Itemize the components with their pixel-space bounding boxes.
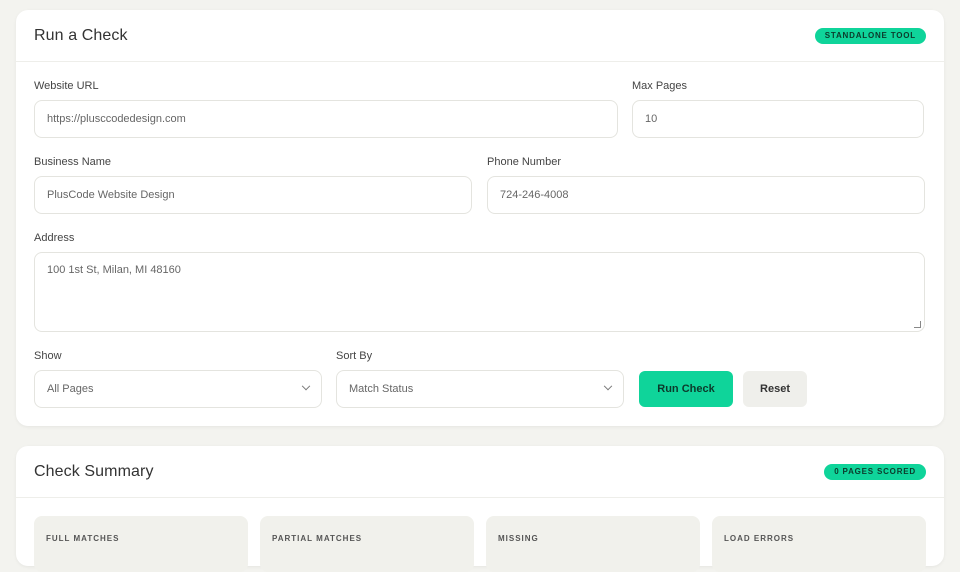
show-label: Show: [34, 350, 62, 362]
check-summary-header: Check Summary 0 PAGES SCORED: [16, 446, 944, 498]
website-url-label: Website URL: [34, 80, 99, 92]
run-check-card: Run a Check STANDALONE TOOL Website URL …: [16, 10, 944, 426]
show-select[interactable]: All Pages: [34, 370, 322, 408]
stat-tile-full-matches: FULL MATCHES: [34, 516, 248, 572]
business-name-label: Business Name: [34, 156, 112, 168]
stat-label: FULL MATCHES: [46, 534, 120, 543]
address-label: Address: [34, 232, 75, 244]
address-value: 100 1st St, Milan, MI 48160: [47, 264, 181, 276]
website-url-input[interactable]: https://plusccodedesign.com: [34, 100, 618, 138]
chevron-down-icon: [603, 381, 613, 391]
website-url-value: https://plusccodedesign.com: [47, 113, 186, 125]
max-pages-value: 10: [645, 113, 658, 125]
check-summary-title: Check Summary: [34, 462, 154, 480]
stat-tile-partial-matches: PARTIAL MATCHES: [260, 516, 474, 572]
sort-by-select[interactable]: Match Status: [336, 370, 624, 408]
reset-button[interactable]: Reset: [743, 371, 807, 407]
stat-label: LOAD ERRORS: [724, 534, 795, 543]
sort-by-value: Match Status: [349, 383, 414, 395]
address-textarea[interactable]: 100 1st St, Milan, MI 48160: [34, 252, 925, 332]
run-check-header: Run a Check STANDALONE TOOL: [16, 10, 944, 62]
run-check-title: Run a Check: [34, 26, 128, 44]
business-name-input[interactable]: PlusCode Website Design: [34, 176, 472, 214]
stat-tile-missing: MISSING: [486, 516, 700, 572]
stat-label: PARTIAL MATCHES: [272, 534, 363, 543]
chevron-down-icon: [301, 381, 311, 391]
max-pages-input[interactable]: 10: [632, 100, 924, 138]
check-summary-card: Check Summary 0 PAGES SCORED FULL MATCHE…: [16, 446, 944, 572]
max-pages-label: Max Pages: [632, 80, 688, 92]
stat-tile-load-errors: LOAD ERRORS: [712, 516, 926, 572]
show-value: All Pages: [47, 383, 94, 395]
stat-label: MISSING: [498, 534, 539, 543]
phone-number-label: Phone Number: [487, 156, 561, 168]
resize-handle-icon[interactable]: [914, 321, 921, 328]
phone-number-value: 724-246-4008: [500, 189, 569, 201]
pages-scored-badge: 0 PAGES SCORED: [824, 463, 926, 480]
run-check-button[interactable]: Run Check: [639, 371, 733, 407]
sort-by-label: Sort By: [336, 350, 373, 362]
standalone-tool-badge: STANDALONE TOOL: [814, 27, 926, 44]
business-name-value: PlusCode Website Design: [47, 189, 175, 201]
phone-number-input[interactable]: 724-246-4008: [487, 176, 925, 214]
